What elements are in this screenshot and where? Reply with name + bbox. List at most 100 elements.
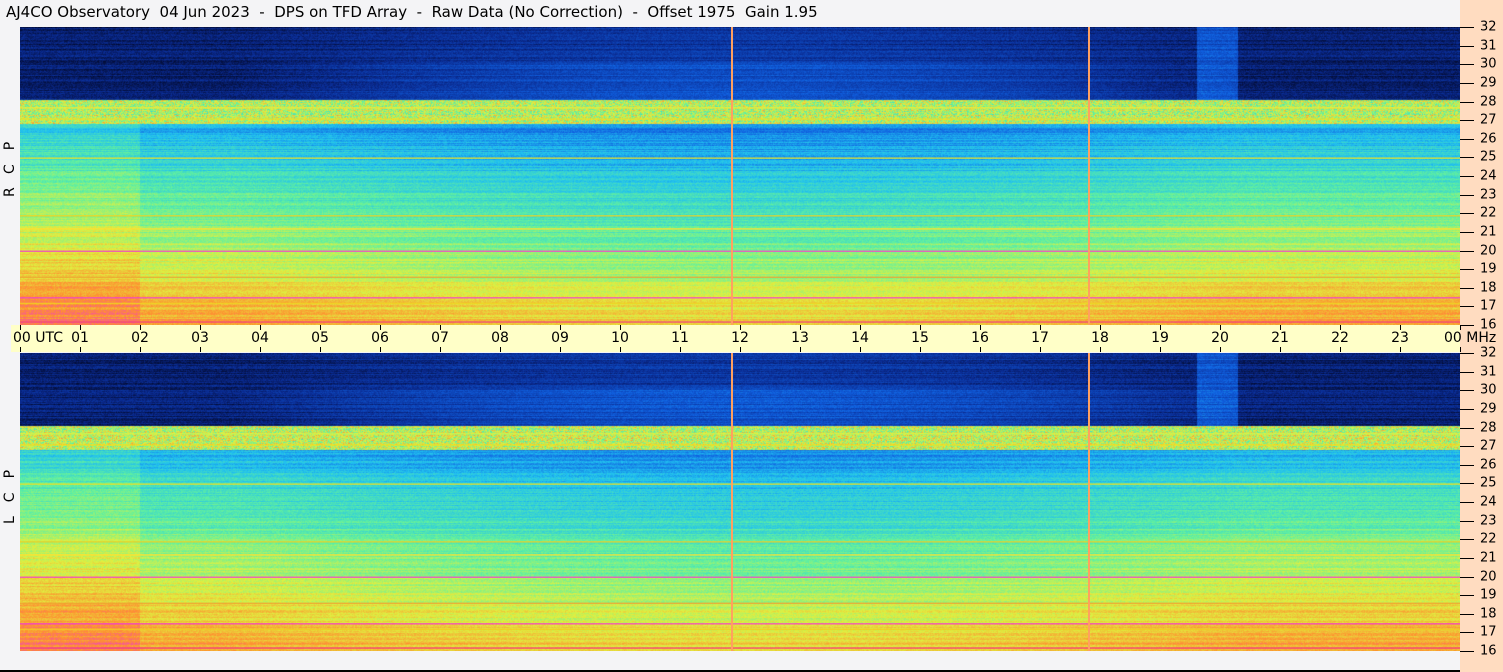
- freq-tick: [1460, 651, 1474, 652]
- freq-tick-label: 20: [1480, 569, 1497, 584]
- freq-tick-label: 26: [1480, 131, 1497, 147]
- time-tick-label: 07: [431, 330, 449, 346]
- freq-tick: [1460, 157, 1474, 159]
- interference-line: [20, 118, 1460, 120]
- time-tick: [1280, 347, 1281, 352]
- interference-line: [20, 576, 1460, 578]
- time-marker-line: [1088, 353, 1090, 651]
- time-tick: [1100, 347, 1101, 352]
- time-tick-label: 20: [1211, 330, 1229, 346]
- interference-line: [20, 554, 1460, 556]
- freq-tick-label: 27: [1480, 438, 1497, 454]
- spectrogram-lcp: [20, 353, 1460, 651]
- freq-tick: [1460, 287, 1474, 289]
- time-marker-line: [1088, 27, 1090, 325]
- freq-tick: [1460, 176, 1474, 177]
- interference-line: [20, 483, 1460, 485]
- freq-tick: [1460, 101, 1474, 103]
- time-tick: [1400, 325, 1401, 330]
- freq-tick: [1460, 427, 1474, 429]
- time-tick: [1160, 325, 1161, 330]
- time-tick: [740, 347, 741, 352]
- time-tick-label: 17: [1031, 330, 1049, 346]
- time-tick: [1400, 347, 1401, 352]
- freq-tick-label: 17: [1480, 298, 1497, 314]
- time-tick: [200, 347, 201, 352]
- freq-tick-label: 19: [1480, 261, 1497, 277]
- interference-line: [20, 250, 1460, 252]
- freq-tick-label: 31: [1480, 364, 1497, 380]
- time-tick: [260, 325, 261, 330]
- freq-tick-label: 18: [1480, 280, 1497, 296]
- freq-tick-label: 28: [1480, 420, 1497, 435]
- interference-line: [20, 302, 1460, 305]
- freq-tick: [1460, 483, 1474, 485]
- freq-tick: [1460, 27, 1474, 28]
- time-tick-label: 09: [551, 330, 569, 346]
- time-tick: [680, 347, 681, 352]
- freq-tick-label: 30: [1480, 382, 1497, 398]
- time-tick-label: 19: [1151, 330, 1169, 346]
- freq-tick-label: 22: [1480, 531, 1497, 547]
- interference-line: [20, 444, 1460, 446]
- time-marker-line: [731, 353, 733, 651]
- time-tick: [1040, 325, 1041, 330]
- freq-tick: [1460, 213, 1474, 215]
- freq-tick-label: 29: [1480, 401, 1497, 417]
- time-tick-label: 08: [491, 330, 509, 346]
- time-tick-label: 13: [791, 330, 809, 346]
- time-tick: [1460, 347, 1461, 352]
- freq-tick: [1460, 632, 1474, 634]
- time-tick-label: 22: [1331, 330, 1349, 346]
- freq-tick: [1460, 45, 1474, 47]
- interference-line: [20, 628, 1460, 631]
- time-tick: [440, 347, 441, 352]
- overlay-rcp: [20, 27, 1460, 325]
- interference-line: [20, 647, 1460, 649]
- interference-line: [20, 623, 1460, 625]
- time-tick: [1340, 325, 1341, 330]
- freq-tick-label: 23: [1480, 187, 1497, 203]
- freq-tick: [1460, 520, 1474, 522]
- panel-label-lcp: LCP: [2, 455, 18, 524]
- freq-tick-label: 22: [1480, 205, 1497, 221]
- time-tick: [20, 347, 21, 352]
- time-tick-label: 01: [71, 330, 89, 346]
- time-tick: [140, 325, 141, 330]
- time-tick: [20, 325, 21, 330]
- time-tick: [800, 325, 801, 330]
- freq-tick: [1460, 539, 1474, 541]
- interference-line: [20, 157, 1460, 159]
- freq-tick: [1460, 595, 1474, 597]
- freq-tick: [1460, 446, 1474, 448]
- time-tick-label: 14: [851, 330, 869, 346]
- time-tick: [1100, 325, 1101, 330]
- freq-tick: [1460, 231, 1474, 233]
- time-tick-label: 15: [911, 330, 929, 346]
- time-tick: [560, 325, 561, 330]
- time-tick: [740, 325, 741, 330]
- time-tick: [380, 347, 381, 352]
- time-tick: [980, 347, 981, 352]
- time-tick: [620, 347, 621, 352]
- time-tick: [560, 347, 561, 352]
- freq-tick: [1460, 250, 1474, 252]
- freq-tick: [1460, 371, 1474, 373]
- interference-line: [20, 321, 1460, 323]
- interference-line: [20, 602, 1460, 605]
- freq-tick-label: 25: [1480, 475, 1497, 491]
- freq-tick-label: 24: [1480, 168, 1497, 184]
- panel-label-rcp: RCP: [2, 127, 18, 197]
- freq-tick: [1460, 82, 1474, 84]
- freq-tick-label: 16: [1480, 317, 1497, 333]
- time-tick: [1160, 347, 1161, 352]
- freq-tick: [1460, 576, 1474, 578]
- freq-tick-label: 31: [1480, 38, 1497, 54]
- time-tick-label: 23: [1391, 330, 1409, 346]
- freq-tick: [1460, 325, 1474, 326]
- interference-line: [20, 541, 1460, 543]
- freq-tick-label: 27: [1480, 112, 1497, 128]
- freq-tick: [1460, 557, 1474, 559]
- interference-line: [20, 297, 1460, 299]
- time-tick: [80, 325, 81, 330]
